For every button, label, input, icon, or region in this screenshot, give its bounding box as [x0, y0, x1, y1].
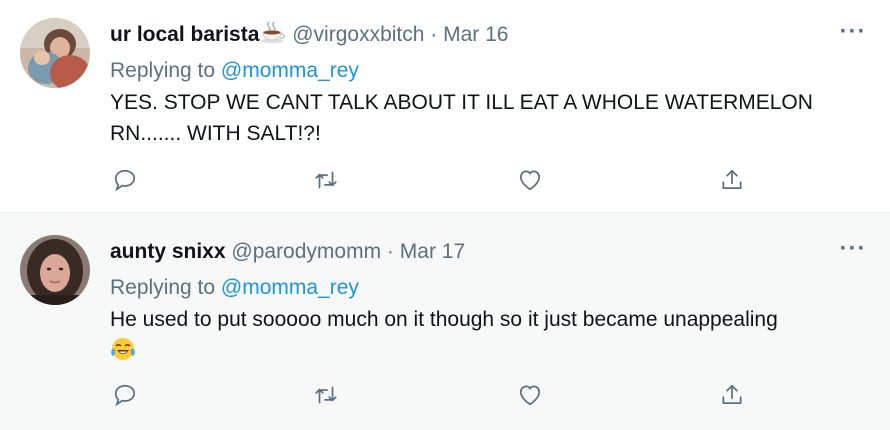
mention-link[interactable]: @momma_rey: [221, 276, 359, 299]
replying-to-line: Replying to @momma_rey: [110, 55, 870, 87]
share-icon[interactable]: [717, 380, 747, 410]
tweet-date[interactable]: Mar 17: [400, 240, 465, 263]
like-icon[interactable]: [515, 380, 545, 410]
user-handle[interactable]: @parodymomm: [231, 240, 381, 263]
tweet[interactable]: ur local barista @virgoxxbitch · Mar 16 …: [0, 0, 890, 213]
reply-icon[interactable]: [110, 165, 140, 195]
separator-dot: ·: [430, 23, 438, 46]
replying-to-line: Replying to @momma_rey: [110, 272, 870, 304]
user-handle[interactable]: @virgoxxbitch: [292, 23, 424, 46]
like-icon[interactable]: [515, 165, 545, 195]
action-bar: [110, 380, 750, 412]
tweet-header: ur local barista @virgoxxbitch · Mar 16 …: [110, 18, 870, 52]
separator-dot: ·: [386, 240, 394, 263]
tweet-header: aunty snixx @parodymomm · Mar 17 ···: [110, 235, 870, 269]
tweet-text: YES. STOP WE CANT TALK ABOUT IT ILL EAT …: [110, 91, 813, 145]
replying-label: Replying to: [110, 276, 216, 299]
hot-beverage-emoji: [260, 19, 286, 45]
tweet-date[interactable]: Mar 16: [443, 23, 508, 46]
more-options-icon[interactable]: ···: [836, 18, 870, 52]
more-options-icon[interactable]: ···: [836, 235, 870, 269]
share-icon[interactable]: [717, 165, 747, 195]
action-bar: [110, 165, 750, 197]
avatar[interactable]: [20, 18, 90, 88]
tears-of-joy-emoji: [110, 336, 136, 362]
tweet-content: aunty snixx @parodymomm · Mar 17 ··· Rep…: [110, 235, 870, 366]
avatar[interactable]: [20, 235, 90, 305]
tweet-text-block: He used to put sooooo much on it though …: [110, 304, 870, 366]
display-name[interactable]: ur local barista: [110, 23, 259, 46]
retweet-icon[interactable]: [311, 380, 341, 410]
retweet-icon[interactable]: [311, 165, 341, 195]
display-name[interactable]: aunty snixx: [110, 240, 226, 263]
reply-icon[interactable]: [110, 380, 140, 410]
tweet-text: He used to put sooooo much on it though …: [110, 308, 778, 331]
mention-link[interactable]: @momma_rey: [221, 59, 359, 82]
replying-label: Replying to: [110, 59, 216, 82]
